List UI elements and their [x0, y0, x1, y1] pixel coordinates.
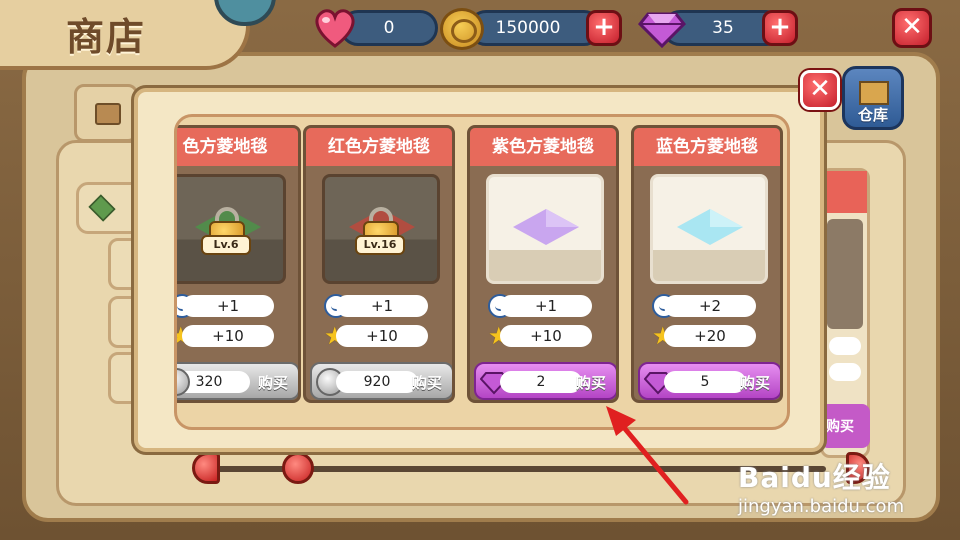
- buy-label: 购买: [740, 374, 771, 392]
- warehouse-label: 仓库: [857, 106, 888, 124]
- item-thumbnail: [486, 174, 604, 284]
- item-name: 色方菱地毯: [177, 128, 298, 166]
- box-icon: [95, 103, 121, 125]
- item-card: 蓝色方菱地毯 +2 ★ +20 5 购买: [631, 125, 783, 403]
- exp-value: +10: [336, 325, 428, 347]
- add-gems-button[interactable]: +: [762, 10, 798, 46]
- item-list: 色方菱地毯 Lv.6 +1 ★ +10 320 购买 红色方菱地毯: [174, 114, 790, 430]
- level-requirement: Lv.16: [355, 235, 405, 255]
- buy-label: 购买: [412, 374, 443, 392]
- rug-icon: [677, 209, 743, 245]
- item-card: 红色方菱地毯 Lv.16 +1 ★ +10 920 购买: [303, 125, 455, 403]
- price-value: 920: [336, 371, 418, 393]
- buy-label: 购买: [258, 374, 289, 392]
- comfort-value: +2: [664, 295, 756, 317]
- exp-value: +20: [664, 325, 756, 347]
- item-popup: 色方菱地毯 Lv.6 +1 ★ +10 320 购买 红色方菱地毯: [134, 88, 824, 452]
- buy-button[interactable]: 2 购买: [474, 362, 616, 400]
- item-thumbnail: Lv.16: [322, 174, 440, 284]
- close-shop-button[interactable]: ✕: [892, 8, 932, 48]
- item-card: 紫色方菱地毯 +1 ★ +10 2 购买: [467, 125, 619, 403]
- exp-value: +10: [182, 325, 274, 347]
- watermark: Baidu经验 jingyan.baidu.com: [738, 456, 938, 526]
- warehouse-button[interactable]: 仓库: [842, 66, 904, 130]
- comfort-value: +1: [500, 295, 592, 317]
- item-name: 红色方菱地毯: [306, 128, 452, 166]
- buy-button[interactable]: 5 购买: [638, 362, 780, 400]
- item-name: 紫色方菱地毯: [470, 128, 616, 166]
- watermark-logo: Baidu经验: [738, 461, 891, 494]
- buy-button[interactable]: 920 购买: [310, 362, 452, 400]
- item-card: 色方菱地毯 Lv.6 +1 ★ +10 320 购买: [177, 125, 301, 403]
- buy-button[interactable]: 320 购买: [177, 362, 298, 400]
- level-requirement: Lv.6: [201, 235, 251, 255]
- category-tab-furniture[interactable]: [74, 84, 138, 142]
- watermark-url: jingyan.baidu.com: [738, 496, 905, 517]
- item-thumbnail: [650, 174, 768, 284]
- item-thumbnail: Lv.6: [177, 174, 286, 284]
- page-title: 商店: [66, 15, 147, 59]
- exp-value: +10: [500, 325, 592, 347]
- price-value: 5: [664, 371, 746, 393]
- comfort-value: +1: [336, 295, 428, 317]
- heart-icon: [315, 9, 355, 48]
- add-coins-button[interactable]: +: [586, 10, 622, 46]
- comfort-value: +1: [182, 295, 274, 317]
- gem-icon: [638, 12, 686, 48]
- scroll-knob[interactable]: [282, 452, 314, 484]
- price-value: 2: [500, 371, 582, 393]
- background-buy-button: 购买: [820, 404, 870, 448]
- coins-counter: 150000: [468, 10, 602, 46]
- coins-value: 150000: [495, 18, 561, 38]
- floor-tile-icon: [88, 194, 116, 222]
- buy-label: 购买: [576, 374, 607, 392]
- crate-icon: [859, 81, 889, 105]
- title-tab: 商店: [0, 0, 276, 70]
- item-name: 蓝色方菱地毯: [634, 128, 780, 166]
- rug-icon: [513, 209, 579, 245]
- coin-icon: [440, 8, 484, 50]
- close-popup-button[interactable]: ✕: [800, 70, 840, 110]
- scroll-left-button[interactable]: [192, 452, 220, 484]
